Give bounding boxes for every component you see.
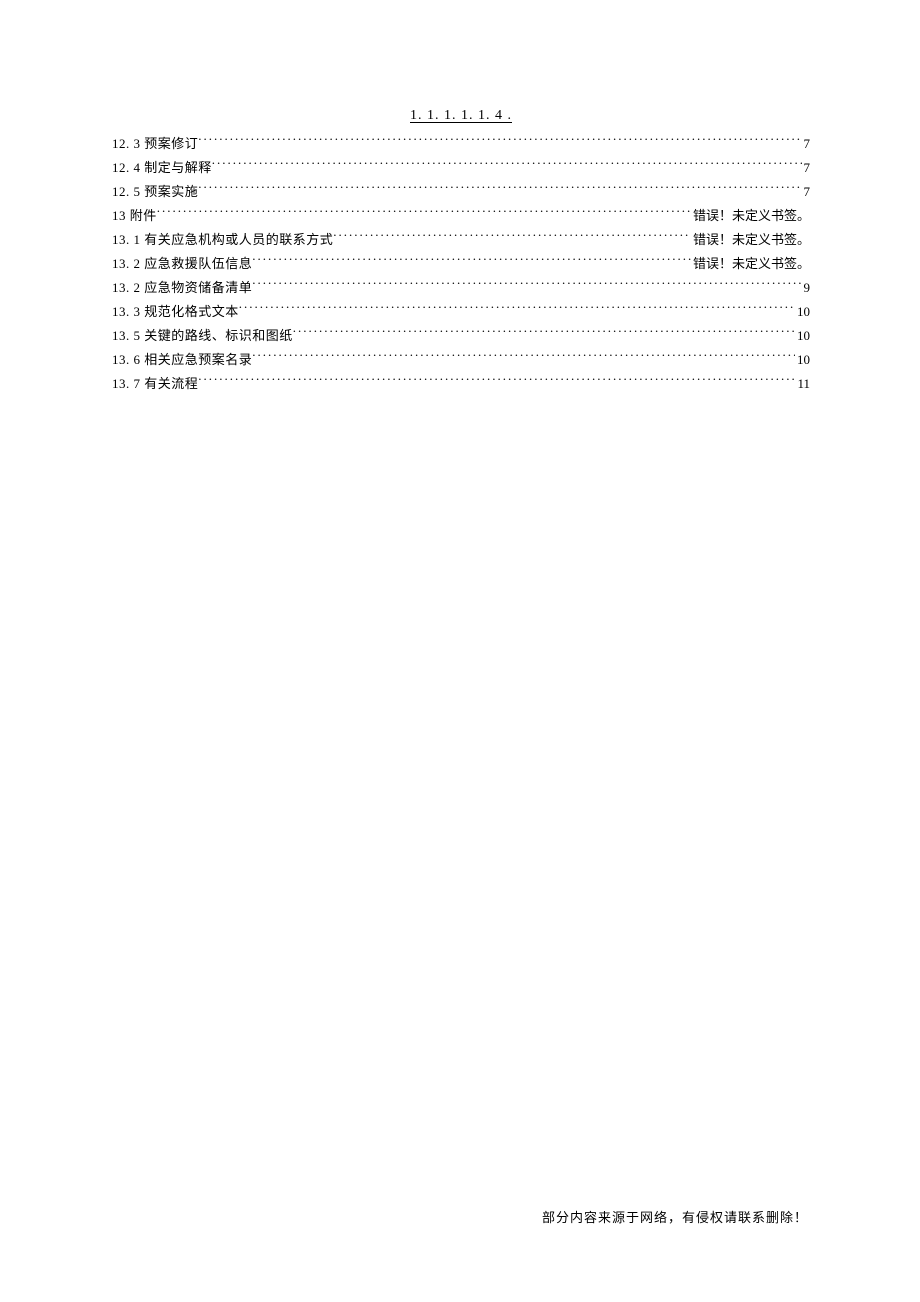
- toc-entry-label: 12. 4 制定与解释: [112, 156, 212, 180]
- toc-entry-page: 10: [795, 324, 810, 348]
- page-header: 1. 1. 1. 1. 1. 4 .: [112, 108, 810, 126]
- toc-entry-page-error: 错误！未定义书签。: [691, 252, 810, 276]
- toc-entry: 12. 3 预案修订 7: [112, 132, 810, 156]
- toc-leader-dots: [293, 327, 795, 340]
- toc-entry: 13. 1 有关应急机构或人员的联系方式 错误！未定义书签。: [112, 228, 810, 252]
- toc-entry: 13. 3 规范化格式文本 10: [112, 300, 810, 324]
- toc-leader-dots: [212, 159, 802, 172]
- toc-leader-dots: [157, 207, 691, 220]
- toc-entry-label: 12. 3 预案修订: [112, 132, 198, 156]
- toc-entry: 12. 5 预案实施 7: [112, 180, 810, 204]
- toc-entry-label: 13. 6 相关应急预案名录: [112, 348, 252, 372]
- toc-entry: 13 附件 错误！未定义书签。: [112, 204, 810, 228]
- toc-entry-page: 11: [795, 372, 810, 396]
- toc-leader-dots: [252, 351, 795, 364]
- toc-leader-dots: [239, 303, 795, 316]
- toc-entry-page: 7: [802, 156, 811, 180]
- toc-entry-page: 7: [802, 180, 811, 204]
- toc-entry-page: 10: [795, 300, 810, 324]
- toc-entry-label: 12. 5 预案实施: [112, 180, 198, 204]
- footer-note: 部分内容来源于网络，有侵权请联系删除！: [542, 1207, 808, 1226]
- toc-entry-label: 13. 1 有关应急机构或人员的联系方式: [112, 228, 333, 252]
- toc-entry-page-error: 错误！未定义书签。: [691, 204, 810, 228]
- toc-entry-page: 9: [802, 276, 811, 300]
- toc-entry: 13. 2 应急救援队伍信息 错误！未定义书签。: [112, 252, 810, 276]
- toc-leader-dots: [333, 231, 691, 244]
- toc-entry: 13. 7 有关流程 11: [112, 372, 810, 396]
- toc-entry: 13. 5 关键的路线、标识和图纸 10: [112, 324, 810, 348]
- toc-leader-dots: [198, 375, 795, 388]
- toc-leader-dots: [252, 255, 691, 268]
- toc-entry: 12. 4 制定与解释 7: [112, 156, 810, 180]
- toc-entry: 13. 6 相关应急预案名录 10: [112, 348, 810, 372]
- toc-entry-label: 13. 7 有关流程: [112, 372, 198, 396]
- table-of-contents: 12. 3 预案修订 7 12. 4 制定与解释 7 12. 5 预案实施 7 …: [112, 132, 810, 397]
- toc-leader-dots: [198, 135, 801, 148]
- toc-entry-label: 13 附件: [112, 204, 157, 228]
- toc-entry-page-error: 错误！未定义书签。: [691, 228, 810, 252]
- toc-entry: 13. 2 应急物资储备清单 9: [112, 276, 810, 300]
- toc-entry-page: 10: [795, 348, 810, 372]
- toc-leader-dots: [252, 279, 801, 292]
- toc-entry-label: 13. 3 规范化格式文本: [112, 300, 239, 324]
- toc-entry-label: 13. 2 应急救援队伍信息: [112, 252, 252, 276]
- toc-entry-page: 7: [802, 132, 811, 156]
- toc-leader-dots: [198, 183, 801, 196]
- toc-entry-label: 13. 2 应急物资储备清单: [112, 276, 252, 300]
- toc-entry-label: 13. 5 关键的路线、标识和图纸: [112, 324, 293, 348]
